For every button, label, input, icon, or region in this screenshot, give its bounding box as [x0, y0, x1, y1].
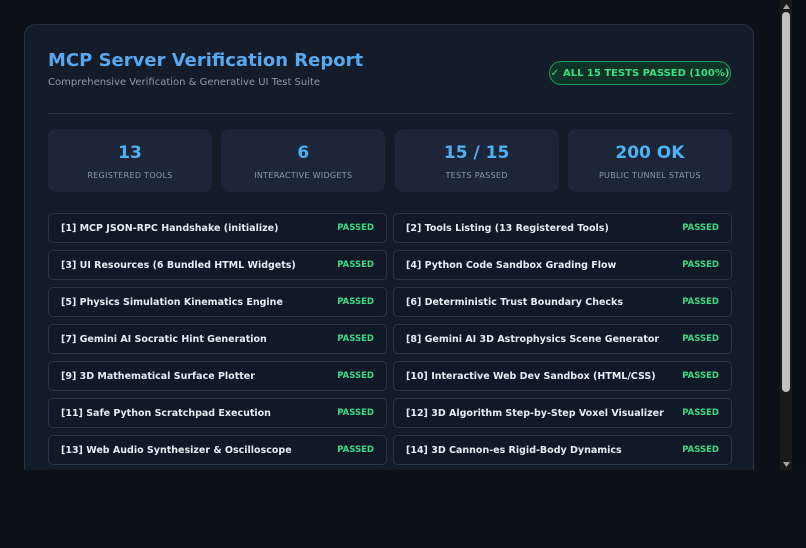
test-row: [4] Python Code Sandbox Grading Flow PAS… — [393, 250, 732, 280]
test-row: [2] Tools Listing (13 Registered Tools) … — [393, 213, 732, 243]
test-name: [2] Tools Listing (13 Registered Tools) — [406, 222, 609, 234]
test-status-badge: PASSED — [337, 371, 374, 381]
test-results-grid: [1] MCP JSON-RPC Handshake (initialize) … — [48, 213, 732, 465]
report-card: MCP Server Verification Report Comprehen… — [24, 24, 754, 470]
scrollbar-thumb[interactable] — [782, 12, 790, 392]
test-row: [11] Safe Python Scratchpad Execution PA… — [48, 398, 387, 428]
bottom-background — [0, 470, 806, 548]
stat-value: 15 / 15 — [443, 143, 510, 163]
test-name: [12] 3D Algorithm Step-by-Step Voxel Vis… — [406, 407, 664, 419]
test-status-badge: PASSED — [682, 371, 719, 381]
page-title: MCP Server Verification Report — [48, 50, 364, 71]
page-viewport: MCP Server Verification Report Comprehen… — [0, 0, 780, 470]
test-row: [3] UI Resources (6 Bundled HTML Widgets… — [48, 250, 387, 280]
stat-label: TESTS PASSED — [445, 171, 508, 180]
stat-value: 6 — [297, 143, 310, 163]
test-status-badge: PASSED — [682, 334, 719, 344]
overall-status-badge: ✓ ALL 15 TESTS PASSED (100%) — [549, 61, 731, 85]
test-name: [7] Gemini AI Socratic Hint Generation — [61, 333, 267, 345]
test-row: [9] 3D Mathematical Surface Plotter PASS… — [48, 361, 387, 391]
overall-status-text: ALL 15 TESTS PASSED (100%) — [562, 67, 730, 79]
test-name: [9] 3D Mathematical Surface Plotter — [61, 370, 255, 382]
test-status-badge: PASSED — [682, 260, 719, 270]
test-status-badge: PASSED — [337, 223, 374, 233]
test-name: [5] Physics Simulation Kinematics Engine — [61, 296, 283, 308]
stat-value: 13 — [118, 143, 142, 163]
test-status-badge: PASSED — [337, 334, 374, 344]
test-name: [14] 3D Cannon-es Rigid-Body Dynamics — [406, 444, 622, 456]
stat-label: PUBLIC TUNNEL STATUS — [598, 171, 701, 180]
check-icon: ✓ — [550, 67, 559, 79]
test-row: [12] 3D Algorithm Step-by-Step Voxel Vis… — [393, 398, 732, 428]
header-divider — [48, 113, 732, 114]
page-subtitle: Comprehensive Verification & Generative … — [48, 77, 321, 88]
test-status-badge: PASSED — [682, 297, 719, 307]
test-status-badge: PASSED — [337, 445, 374, 455]
test-status-badge: PASSED — [337, 260, 374, 270]
stat-card-registered-tools: 13 REGISTERED TOOLS — [48, 129, 212, 192]
test-name: [6] Deterministic Trust Boundary Checks — [406, 296, 624, 308]
test-name: [8] Gemini AI 3D Astrophysics Scene Gene… — [406, 333, 660, 345]
test-row: [6] Deterministic Trust Boundary Checks … — [393, 287, 732, 317]
stat-label: INTERACTIVE WIDGETS — [254, 171, 353, 180]
stat-value: 200 OK — [615, 143, 685, 163]
test-row: [7] Gemini AI Socratic Hint Generation P… — [48, 324, 387, 354]
stat-card-tests-passed: 15 / 15 TESTS PASSED — [394, 129, 559, 192]
test-status-badge: PASSED — [337, 408, 374, 418]
test-name: [10] Interactive Web Dev Sandbox (HTML/C… — [406, 370, 656, 382]
stat-label: REGISTERED TOOLS — [87, 171, 173, 180]
test-row: [13] Web Audio Synthesizer & Oscilloscop… — [48, 435, 387, 465]
scroll-down-arrow-icon[interactable] — [780, 458, 792, 470]
test-name: [3] UI Resources (6 Bundled HTML Widgets… — [61, 259, 296, 271]
test-name: [4] Python Code Sandbox Grading Flow — [406, 259, 617, 271]
vertical-scrollbar[interactable] — [780, 0, 792, 470]
test-status-badge: PASSED — [682, 445, 719, 455]
test-status-badge: PASSED — [682, 223, 719, 233]
test-status-badge: PASSED — [337, 297, 374, 307]
stats-row: 13 REGISTERED TOOLS 6 INTERACTIVE WIDGET… — [48, 129, 732, 192]
test-status-badge: PASSED — [682, 408, 719, 418]
test-row: [14] 3D Cannon-es Rigid-Body Dynamics PA… — [393, 435, 732, 465]
stat-card-interactive-widgets: 6 INTERACTIVE WIDGETS — [221, 129, 386, 192]
test-row: [10] Interactive Web Dev Sandbox (HTML/C… — [393, 361, 732, 391]
test-name: [11] Safe Python Scratchpad Execution — [61, 407, 271, 419]
stat-card-tunnel-status: 200 OK PUBLIC TUNNEL STATUS — [567, 129, 732, 192]
test-name: [13] Web Audio Synthesizer & Oscilloscop… — [61, 444, 292, 456]
test-row: [1] MCP JSON-RPC Handshake (initialize) … — [48, 213, 387, 243]
test-row: [5] Physics Simulation Kinematics Engine… — [48, 287, 387, 317]
scroll-up-arrow-icon[interactable] — [780, 0, 792, 12]
test-row: [8] Gemini AI 3D Astrophysics Scene Gene… — [393, 324, 732, 354]
test-name: [1] MCP JSON-RPC Handshake (initialize) — [61, 222, 279, 234]
